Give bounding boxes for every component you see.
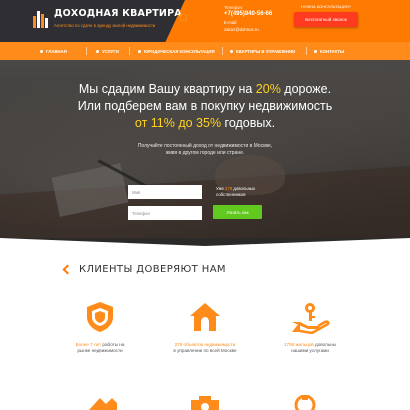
satisfied-owners-note: Уже 278 довольных собственников [216, 186, 255, 197]
bullet-icon [138, 49, 141, 53]
nav-item-label: ГЛАВНАЯ [46, 48, 67, 54]
logo-subtitle: Агентство по сдаче в аренду жилой недвиж… [54, 23, 156, 28]
feature-objects: 275 объектов недвижимости в управлении п… [150, 300, 260, 354]
callback-label: НУЖНА КОНСУЛЬТАЦИЯ? [300, 4, 351, 9]
partial-icon-left [89, 398, 117, 410]
phone-number[interactable]: +7(495)940-56-66 [224, 11, 272, 17]
note-text: собственников [216, 191, 246, 197]
feature-caption: Более 7 лет работы на рынке недвижимости [45, 342, 155, 354]
bullet-icon [40, 49, 43, 53]
feature-caption: 1755 жильцов довольны нашими услугами [255, 342, 365, 354]
section-title: КЛИЕНТЫ ДОВЕРЯЮТ НАМ [62, 264, 226, 275]
city-skyline-icon [33, 11, 48, 28]
bullet-icon [230, 49, 233, 53]
hand-key-icon [292, 303, 330, 334]
feature-highlight: 275 объектов недвижимости [174, 342, 236, 347]
free-call-button[interactable]: Бесплатный звонок [294, 12, 358, 27]
feature-tenants: 1755 жильцов довольны нашими услугами [255, 300, 365, 354]
hero-headline-line3: от 11% до 35% годовых. [0, 116, 410, 130]
logo-badge-icon [180, 14, 187, 21]
hero-headline-line2: Или подберем вам в покупку недвижимость [77, 99, 333, 113]
partial-icon-right [294, 395, 316, 410]
headline-text: дороже. [280, 82, 332, 96]
hero-headline-line1: Мы сдадим Вашу квартиру на 20% дороже. [0, 82, 410, 96]
phone-label: Телефон: [224, 5, 244, 10]
phone-input[interactable]: Телефон [128, 206, 202, 220]
submit-button[interactable]: Узнать как [213, 205, 262, 219]
section-title-text: КЛИЕНТЫ ДОВЕРЯЮТ НАМ [79, 264, 226, 275]
bullet-icon [314, 49, 317, 53]
nav-item-label: УСЛУГИ [102, 48, 119, 54]
nav-item-apartments[interactable]: КВАРТИРЫ В УПРАВЛЕНИИ [230, 42, 295, 60]
header-orange-band [165, 0, 410, 42]
feature-caption: 275 объектов недвижимости в управлении п… [150, 342, 260, 354]
main-nav: ГЛАВНАЯ УСЛУГИ ЮРИДИЧЕСКАЯ КОНСУЛЬТАЦИЯ … [0, 42, 410, 60]
nav-item-label: ЮРИДИЧЕСКАЯ КОНСУЛЬТАЦИЯ [144, 48, 215, 54]
feature-text: довольны [313, 342, 337, 347]
nav-item-legal[interactable]: ЮРИДИЧЕСКАЯ КОНСУЛЬТАЦИЯ [138, 42, 215, 60]
nav-item-label: КОНТАКТЫ [320, 48, 345, 54]
feature-text: рынке недвижимости [77, 348, 123, 353]
feature-highlight: Более 7 лет [75, 342, 102, 347]
note-text: довольных [232, 186, 256, 191]
site-header: ДОХОДНАЯ КВАРТИРА Агентство по сдаче в а… [0, 0, 410, 42]
feature-highlight: 1755 жильцов [283, 342, 314, 347]
headline-text: Мы сдадим Вашу квартиру на [78, 82, 256, 96]
headline-text: годовых. [221, 116, 276, 130]
shield-icon [87, 302, 113, 332]
nav-item-home[interactable]: ГЛАВНАЯ [40, 42, 67, 60]
nav-item-contacts[interactable]: КОНТАКТЫ [314, 42, 344, 60]
feature-text: нашими услугами [291, 348, 329, 353]
header-contacts: Телефон: +7(495)940-56-66 E-mail: zakaz@… [224, 5, 272, 32]
nav-divider [222, 47, 223, 55]
note-text: Уже [216, 186, 226, 191]
headline-accent: от 11% до 35% [134, 116, 222, 130]
email-address[interactable]: zakaz@dohnos.ru [224, 27, 272, 32]
hero-subtitle-line1: Получайте постоянный доход от недвижимос… [137, 143, 273, 149]
nav-divider [306, 47, 307, 55]
email-label: E-mail: [224, 20, 238, 25]
nav-divider [86, 47, 87, 55]
camera-icon [191, 396, 219, 410]
feature-experience: Более 7 лет работы на рынке недвижимости [45, 300, 155, 354]
logo[interactable]: ДОХОДНАЯ КВАРТИРА Агентство по сдаче в а… [32, 6, 187, 36]
nav-item-services[interactable]: УСЛУГИ [96, 42, 119, 60]
name-input[interactable]: Имя [128, 185, 202, 199]
nav-item-label: КВАРТИРЫ В УПРАВЛЕНИИ [236, 48, 296, 54]
feature-text: работы на [101, 342, 125, 347]
nav-divider [129, 47, 130, 55]
chevron-right-icon [62, 264, 73, 275]
hero-bottom-notch [0, 238, 410, 246]
hero-subtitle-line2: живя в другом городе или стране. [165, 150, 245, 156]
house-icon [190, 303, 220, 331]
feature-text: в управлении по всей Москве [173, 348, 237, 353]
logo-title: ДОХОДНАЯ КВАРТИРА [54, 8, 182, 19]
headline-accent: 20% [255, 82, 281, 96]
callback-box: НУЖНА КОНСУЛЬТАЦИЯ? Бесплатный звонок [294, 4, 358, 27]
hero-banner: Мы сдадим Вашу квартиру на 20% дороже. И… [0, 60, 410, 238]
bullet-icon [96, 49, 99, 53]
